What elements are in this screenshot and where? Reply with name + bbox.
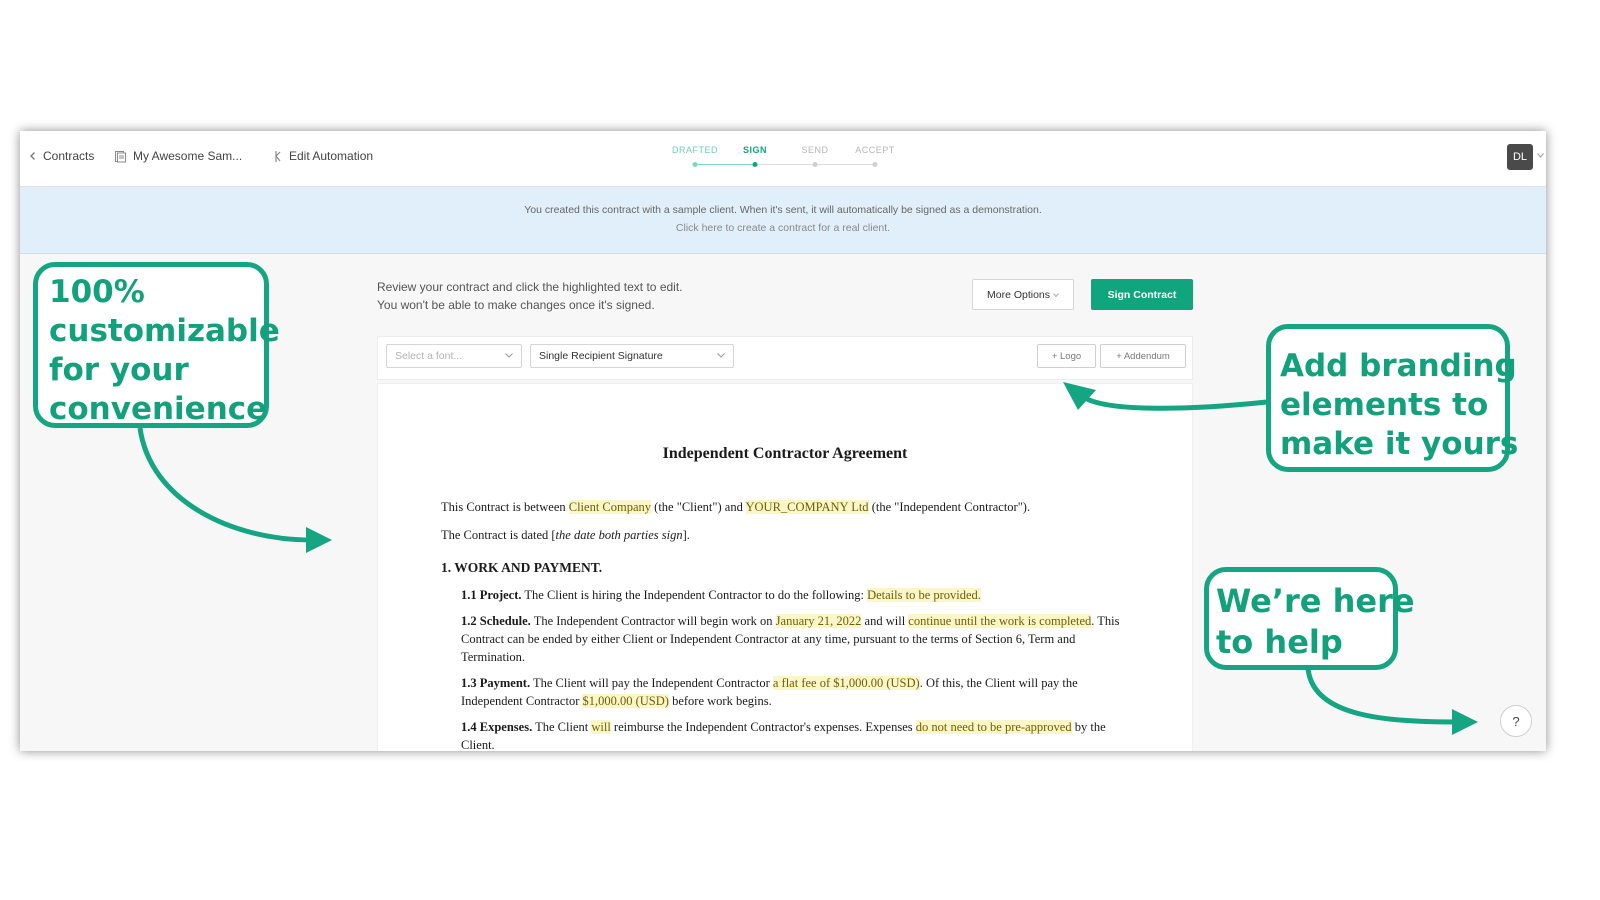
callout-line: to help	[1216, 623, 1343, 661]
callout-line: 100%	[49, 274, 145, 310]
arrowhead	[1452, 709, 1478, 735]
callout-branding: Add branding elements to make it yours	[1266, 324, 1519, 472]
arrowhead	[306, 527, 332, 553]
callout-line: for your	[49, 352, 189, 388]
callout-line: convenience	[49, 391, 268, 427]
arrow-customizable	[137, 427, 313, 543]
callout-line: make it yours	[1280, 426, 1519, 462]
arrow-branding	[1083, 395, 1268, 411]
callout-line: customizable	[49, 313, 280, 349]
callout-line: Add branding	[1280, 348, 1517, 384]
callout-line: elements to	[1280, 387, 1489, 423]
arrow-help	[1305, 667, 1457, 725]
callout-line: We’re here	[1216, 582, 1415, 620]
callout-customizable: 100% customizable for your convenience	[33, 262, 280, 428]
arrowhead	[1063, 382, 1096, 410]
callout-help: We’re here to help	[1204, 567, 1415, 670]
